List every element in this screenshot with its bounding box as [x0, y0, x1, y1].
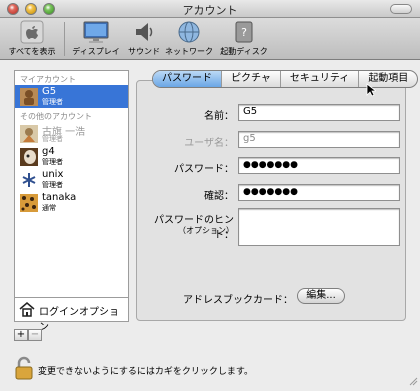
user-avatar: [20, 148, 38, 166]
toolbar-toggle-button[interactable]: [390, 4, 412, 14]
password-hint-field[interactable]: [238, 208, 400, 246]
address-book-label: アドレスブックカード：: [183, 295, 293, 306]
account-role: 管理者: [42, 181, 63, 189]
title-bar[interactable]: アカウント: [0, 0, 420, 18]
remove-account-button[interactable]: −: [28, 329, 42, 341]
toolbar-item-label: すべてを表示: [8, 47, 56, 56]
account-role: 管理者: [42, 135, 63, 143]
password-field[interactable]: ●●●●●●●: [238, 157, 400, 174]
user-avatar: [20, 171, 38, 189]
tab-picture[interactable]: ピクチャ: [222, 71, 281, 87]
display-icon: [82, 20, 110, 44]
toolbar: すべてを表示 ディスプレイ サウンド ネットワーク ? 起動ディスク: [0, 18, 420, 60]
window-title: アカウント: [182, 4, 238, 17]
password-label: パスワード：: [174, 164, 234, 175]
network-globe-icon: [175, 20, 203, 44]
display-pref-button[interactable]: ディスプレイ: [70, 20, 122, 57]
user-avatar: [20, 125, 38, 143]
tab-bar: パスワード ピクチャ セキュリティ 起動項目: [152, 70, 419, 88]
account-name: unix: [42, 169, 64, 180]
short-name-field[interactable]: g5: [238, 131, 400, 148]
apple-logo-icon: [18, 20, 46, 44]
my-account-heading: マイアカウント: [20, 75, 76, 84]
login-options-label: ログインオプション: [39, 307, 119, 333]
sound-pref-button[interactable]: サウンド: [124, 20, 164, 57]
speaker-icon: [130, 20, 158, 44]
account-role: 管理者: [42, 158, 63, 166]
name-label: 名前：: [204, 111, 234, 122]
lock-icon[interactable]: [14, 356, 34, 383]
tab-security[interactable]: セキュリティ: [281, 71, 360, 87]
edit-address-card-button[interactable]: 編集...: [297, 288, 345, 304]
other-accounts-heading: その他のアカウント: [20, 112, 92, 121]
lock-message: 変更できないようにするにはカギをクリックします。: [38, 367, 254, 377]
toolbar-item-label: ディスプレイ: [72, 47, 120, 56]
network-pref-button[interactable]: ネットワーク: [164, 20, 214, 57]
hint-optional-label: （オプション）: [178, 226, 234, 235]
short-name-label: ユーザ名：: [184, 138, 234, 149]
startup-disk-pref-button[interactable]: ? 起動ディスク: [218, 20, 270, 57]
verify-label: 確認：: [204, 191, 234, 202]
account-name: tanaka: [42, 192, 77, 203]
startup-disk-icon: ?: [230, 20, 258, 44]
account-role: 管理者: [42, 98, 63, 106]
account-row-g4[interactable]: g4 管理者: [15, 145, 128, 168]
account-row-tanaka[interactable]: tanaka 通常: [15, 191, 128, 214]
mouse-pointer-icon: [366, 83, 378, 100]
svg-text:?: ?: [241, 26, 247, 39]
account-name: g4: [42, 146, 55, 157]
verify-field[interactable]: ●●●●●●●: [238, 184, 400, 201]
toolbar-separator: [64, 22, 65, 56]
account-row-g5[interactable]: G5 管理者: [15, 85, 128, 108]
resize-grip-icon[interactable]: [408, 376, 418, 389]
account-row-furuhata[interactable]: 古旗 一浩 管理者: [15, 122, 128, 145]
accounts-list[interactable]: マイアカウント G5 管理者 その他のアカウント 古旗 一浩 管理者 g4 管理…: [14, 70, 129, 333]
account-role: 通常: [42, 204, 56, 212]
login-options-item[interactable]: ログインオプション: [15, 297, 128, 333]
name-field[interactable]: G5: [238, 104, 400, 121]
toolbar-item-label: サウンド: [128, 47, 160, 56]
user-avatar: [20, 88, 38, 106]
tab-password[interactable]: パスワード: [153, 71, 222, 87]
show-all-button[interactable]: すべてを表示: [4, 20, 60, 57]
house-icon: [19, 301, 35, 320]
toolbar-item-label: 起動ディスク: [220, 47, 268, 56]
toolbar-item-label: ネットワーク: [165, 47, 213, 56]
account-name: G5: [42, 86, 57, 97]
add-account-button[interactable]: +: [14, 329, 28, 341]
account-row-unix[interactable]: unix 管理者: [15, 168, 128, 191]
user-avatar: [20, 194, 38, 212]
